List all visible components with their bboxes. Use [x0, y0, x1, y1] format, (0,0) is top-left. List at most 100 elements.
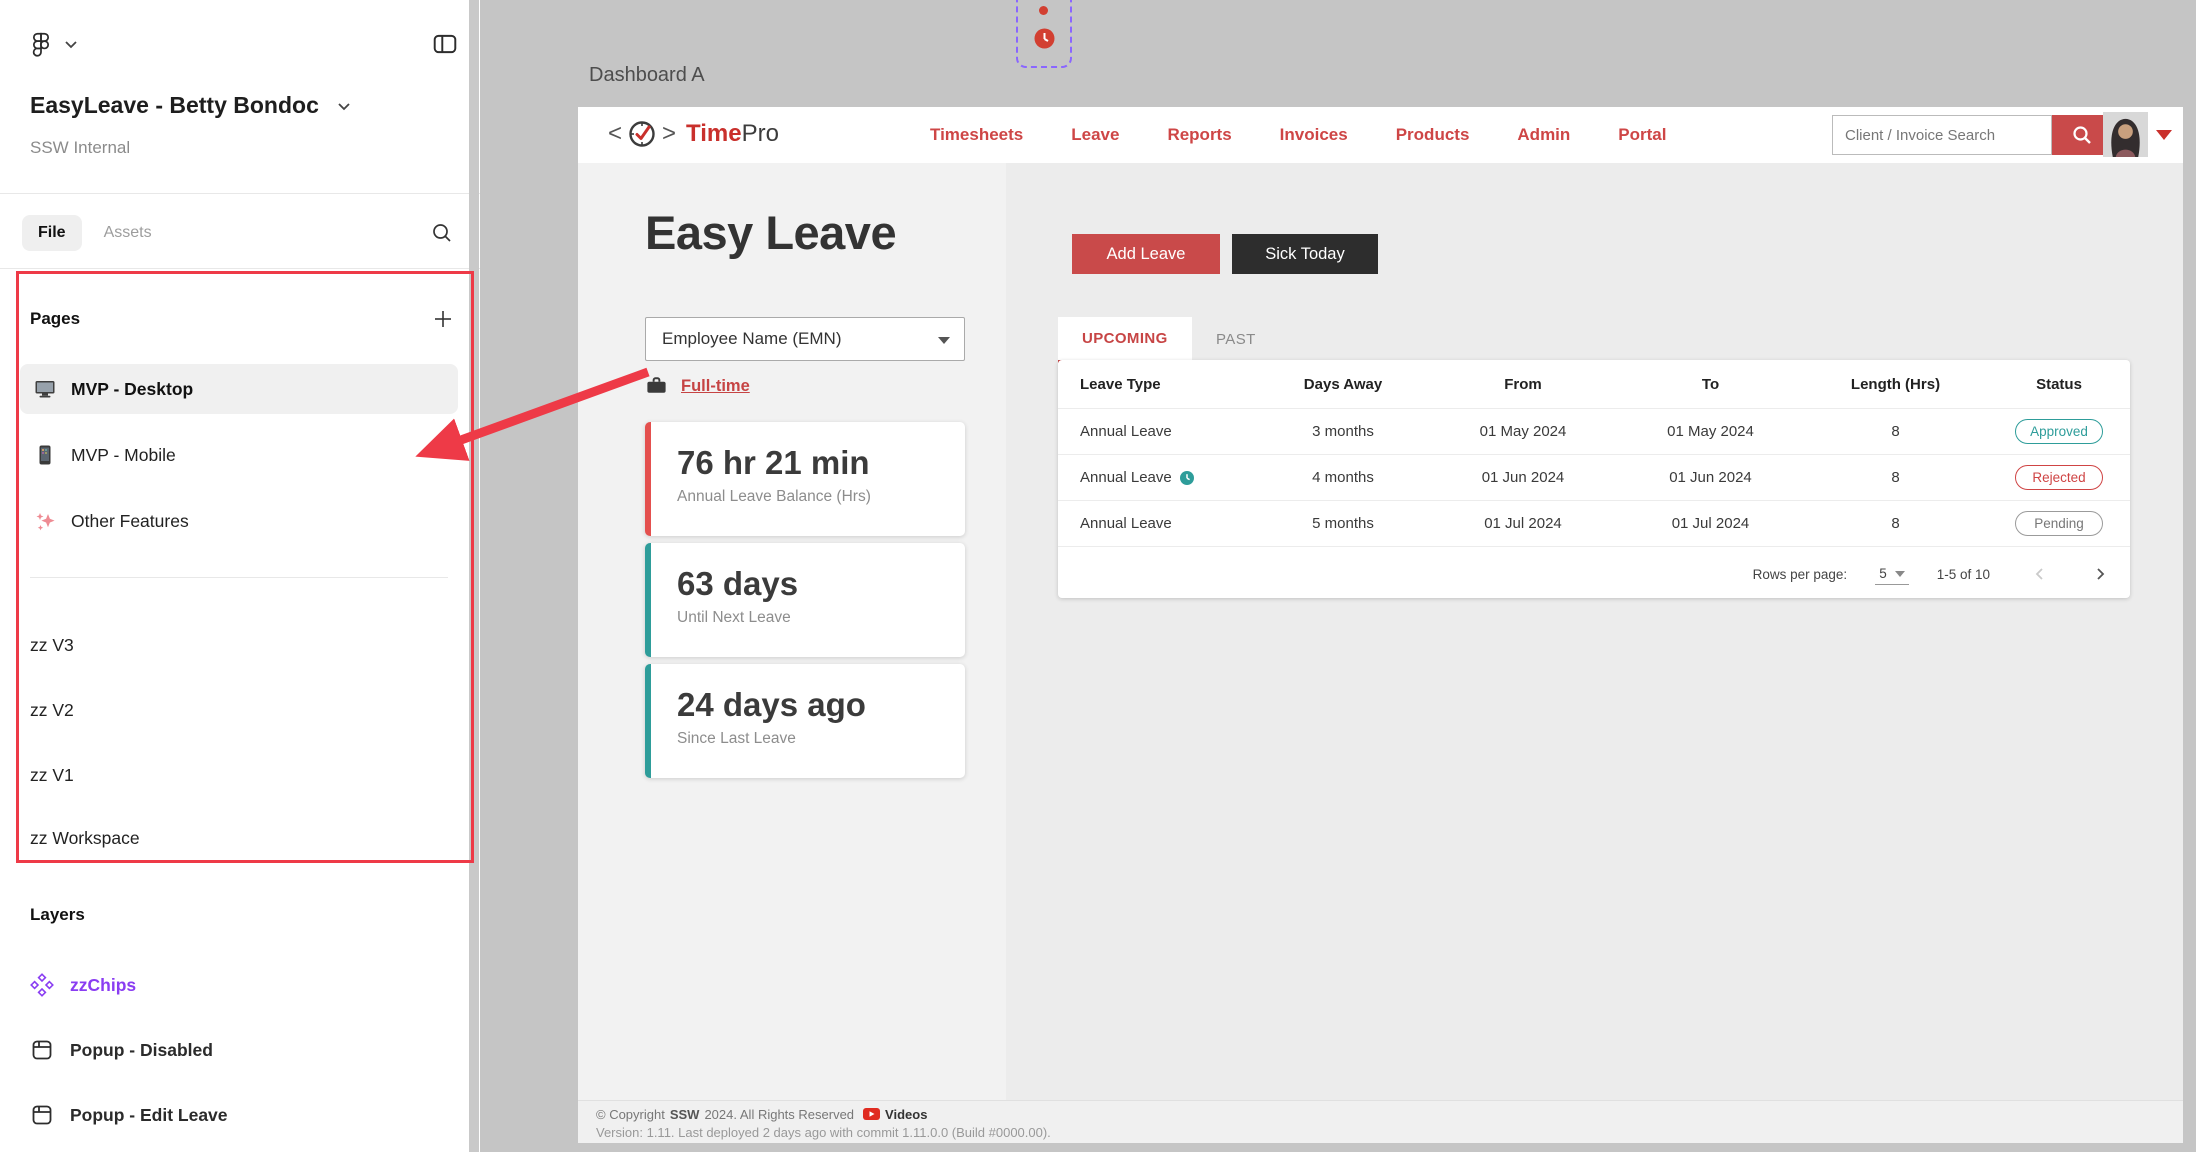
- youtube-icon[interactable]: [863, 1108, 880, 1120]
- table-pagination: Rows per page: 5 1-5 of 10: [1058, 546, 2130, 601]
- cell-length: 8: [1803, 423, 1988, 440]
- frame-title[interactable]: Dashboard A: [589, 64, 705, 87]
- nav-timesheets[interactable]: Timesheets: [930, 125, 1023, 145]
- nav-leave[interactable]: Leave: [1071, 125, 1119, 145]
- sidebar-scrollbar[interactable]: [469, 0, 479, 1152]
- brand-pro: Pro: [742, 120, 779, 147]
- sidebar-page-zz-v3[interactable]: zz V3: [30, 622, 74, 668]
- frame-icon: [30, 1103, 54, 1127]
- chevron-down-icon[interactable]: [64, 39, 78, 49]
- info-clock-icon[interactable]: [1180, 471, 1194, 485]
- avatar-dropdown-caret[interactable]: [2156, 130, 2172, 140]
- search-icon[interactable]: [430, 221, 454, 245]
- stat-label: Since Last Leave: [677, 730, 965, 748]
- layer-label: zzChips: [70, 975, 136, 996]
- tab-past[interactable]: PAST: [1192, 317, 1280, 363]
- client-invoice-search-input[interactable]: [1832, 115, 2052, 155]
- layers-section-header: Layers: [30, 896, 454, 934]
- component-icon: [30, 973, 54, 997]
- nav-reports[interactable]: Reports: [1167, 125, 1231, 145]
- figma-logo-icon[interactable]: [28, 31, 54, 57]
- table-row[interactable]: Annual Leave 4 months 01 Jun 2024 01 Jun…: [1058, 454, 2130, 500]
- add-leave-button[interactable]: Add Leave: [1072, 234, 1220, 274]
- sidebar-page-zz-v2[interactable]: zz V2: [30, 687, 74, 733]
- project-name[interactable]: SSW Internal: [30, 138, 130, 158]
- chevron-down-icon: [938, 337, 950, 344]
- sidebar-page-mvp-desktop[interactable]: MVP - Desktop: [20, 364, 458, 414]
- canvas-selection-box[interactable]: [1016, 0, 1072, 68]
- cell-leave-type: Annual Leave: [1058, 515, 1258, 532]
- layer-label: Popup - Disabled: [70, 1040, 213, 1061]
- videos-link[interactable]: Videos: [885, 1107, 927, 1122]
- prev-page-icon[interactable]: [2032, 566, 2048, 582]
- cell-status: Rejected: [1988, 465, 2130, 490]
- magnifier-icon: [2071, 124, 2093, 146]
- nav-admin[interactable]: Admin: [1517, 125, 1570, 145]
- timepro-logo[interactable]: < > TimePro: [608, 118, 779, 150]
- rows-per-page-label: Rows per page:: [1753, 567, 1848, 582]
- pages-section-header: Pages: [30, 300, 454, 338]
- tab-file[interactable]: File: [22, 215, 82, 251]
- cell-leave-type: Annual Leave: [1058, 469, 1258, 486]
- chevron-down-icon: [337, 101, 351, 111]
- cell-days-away: 3 months: [1258, 423, 1428, 440]
- file-title[interactable]: EasyLeave - Betty Bondoc: [30, 92, 351, 119]
- cell-to: 01 Jun 2024: [1618, 469, 1803, 486]
- leave-type-text: Annual Leave: [1080, 469, 1172, 486]
- chevron-down-icon: [1895, 571, 1905, 577]
- sick-today-button[interactable]: Sick Today: [1232, 234, 1378, 274]
- brand-time: Time: [686, 120, 742, 147]
- col-status: Status: [1988, 376, 2130, 393]
- frame-icon: [30, 1038, 54, 1062]
- leave-table: Leave Type Days Away From To Length (Hrs…: [1058, 360, 2130, 598]
- sidebar-page-other-features[interactable]: Other Features: [20, 496, 458, 546]
- table-row[interactable]: Annual Leave 5 months 01 Jul 2024 01 Jul…: [1058, 500, 2130, 546]
- nav-products[interactable]: Products: [1396, 125, 1470, 145]
- app-header: < > TimePro Timesheets Leave Reports Inv…: [578, 107, 2183, 164]
- sidebar-page-mvp-mobile[interactable]: MVP - Mobile: [20, 430, 458, 480]
- col-days-away: Days Away: [1258, 376, 1428, 393]
- rows-per-page-select[interactable]: 5: [1875, 563, 1909, 585]
- layer-popup-edit-leave[interactable]: Popup - Edit Leave: [30, 1092, 228, 1138]
- footer-copyright-line: © Copyright SSW 2024. All Rights Reserve…: [596, 1105, 2183, 1123]
- employee-select[interactable]: Employee Name (EMN): [645, 317, 965, 361]
- status-badge: Pending: [2015, 511, 2103, 536]
- sidebar-page-zz-workspace[interactable]: zz Workspace: [30, 815, 140, 861]
- user-avatar[interactable]: [2103, 112, 2148, 157]
- next-page-icon[interactable]: [2092, 566, 2108, 582]
- page-label: MVP - Desktop: [71, 379, 193, 400]
- tab-upcoming[interactable]: UPCOMING: [1058, 317, 1192, 363]
- cell-status: Approved: [1988, 419, 2130, 444]
- page-label: Other Features: [71, 511, 189, 532]
- sidebar-page-zz-v1[interactable]: zz V1: [30, 752, 74, 798]
- layer-zzchips[interactable]: zzChips: [30, 962, 136, 1008]
- page-label: MVP - Mobile: [71, 445, 176, 466]
- toggle-panel-icon[interactable]: [430, 31, 460, 57]
- plus-icon[interactable]: [432, 308, 454, 330]
- sidebar-tabs: File Assets: [22, 210, 454, 256]
- layer-popup-disabled[interactable]: Popup - Disabled: [30, 1027, 213, 1073]
- employment-type-link[interactable]: Full-time: [681, 377, 750, 396]
- cell-status: Pending: [1988, 511, 2130, 536]
- mobile-icon: [34, 444, 56, 466]
- footer-version-line: Version: 1.11. Last deployed 2 days ago …: [596, 1125, 2183, 1140]
- divider: [0, 193, 480, 194]
- stat-value: 76 hr 21 min: [677, 444, 965, 482]
- layers-header-label: Layers: [30, 905, 85, 925]
- stat-card-annual-balance: 76 hr 21 min Annual Leave Balance (Hrs): [645, 422, 965, 536]
- cell-to: 01 Jul 2024: [1618, 515, 1803, 532]
- dashboard-frame: < > TimePro Timesheets Leave Reports Inv…: [578, 107, 2183, 1143]
- table-row[interactable]: Annual Leave 3 months 01 May 2024 01 May…: [1058, 408, 2130, 454]
- nav-portal[interactable]: Portal: [1618, 125, 1666, 145]
- stat-label: Until Next Leave: [677, 609, 965, 627]
- sidebar-header: [28, 24, 460, 64]
- stat-label: Annual Leave Balance (Hrs): [677, 488, 965, 506]
- col-length: Length (Hrs): [1803, 376, 1988, 393]
- leave-table-panel: Add Leave Sick Today UPCOMING PAST Leave…: [1006, 163, 2183, 1100]
- layer-label: Popup - Edit Leave: [70, 1105, 228, 1126]
- nav-invoices[interactable]: Invoices: [1280, 125, 1348, 145]
- pagination-range: 1-5 of 10: [1937, 567, 1990, 582]
- ssw-brand[interactable]: SSW: [670, 1107, 700, 1122]
- page-title: Easy Leave: [645, 205, 896, 260]
- tab-assets[interactable]: Assets: [104, 224, 152, 242]
